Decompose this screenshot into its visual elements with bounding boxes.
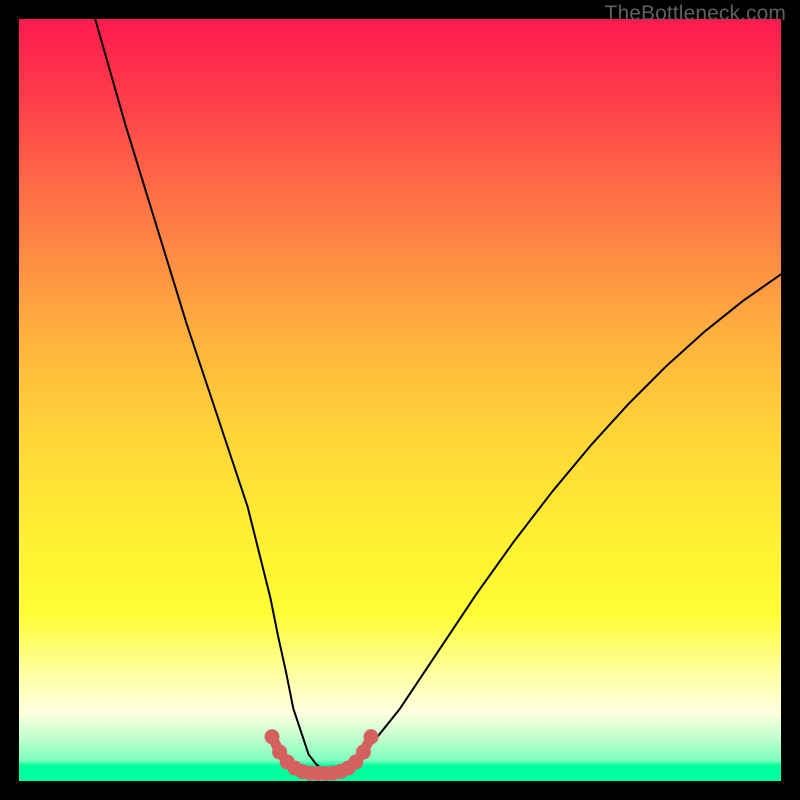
- chart-stage: TheBottleneck.com: [0, 0, 800, 800]
- optimal-range-dot: [364, 729, 379, 744]
- watermark-text: TheBottleneck.com: [605, 2, 786, 26]
- plot-area: [19, 19, 781, 781]
- optimal-range-dots: [264, 729, 378, 781]
- marker-layer: [19, 19, 781, 781]
- optimal-range-dot: [264, 729, 279, 744]
- optimal-range-dot: [356, 745, 371, 760]
